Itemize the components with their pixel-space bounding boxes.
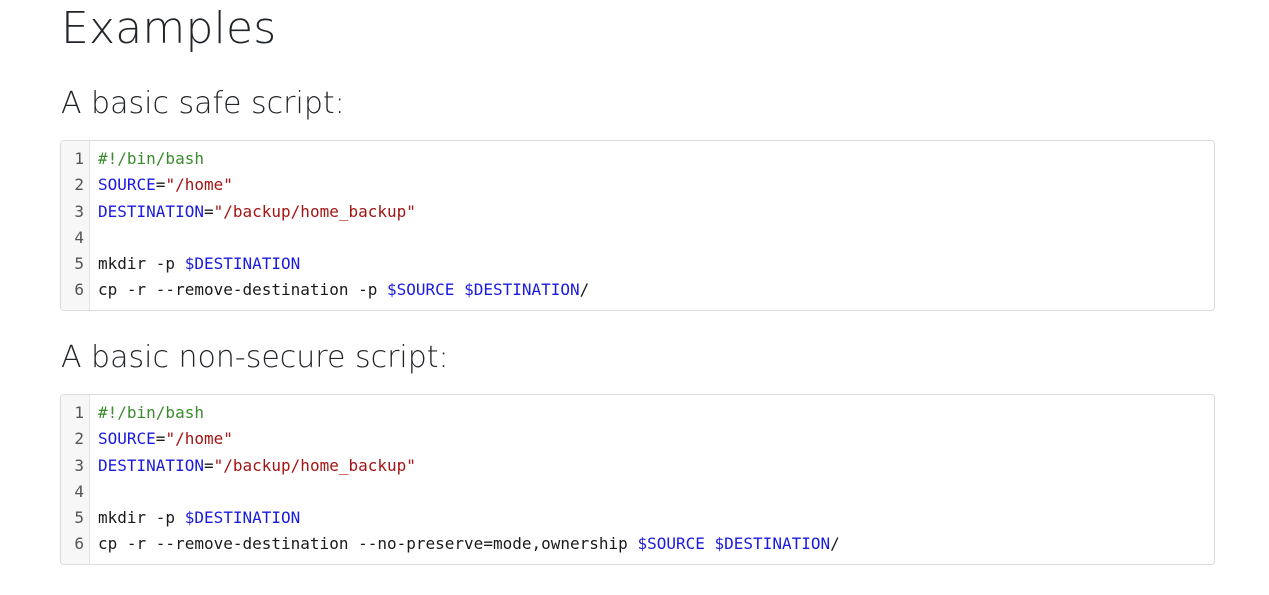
code-content[interactable]: #!/bin/bash SOURCE="/home" DESTINATION="/b…	[90, 395, 1214, 564]
code-line: cp -r --remove-destination --no-preserve…	[98, 531, 1214, 557]
line-number: 3	[74, 455, 84, 475]
code-block-safe: 123456 #!/bin/bash SOURCE="/home" DESTINAT…	[60, 140, 1215, 311]
page-title: Examples	[61, 3, 277, 54]
code-token: DESTINATION	[98, 455, 204, 475]
code-line: DESTINATION="/backup/home_backup"	[98, 199, 1214, 225]
code-line: SOURCE="/home"	[98, 426, 1214, 452]
code-token: SOURCE	[98, 429, 156, 449]
code-token: mkdir -p	[98, 254, 185, 274]
code-token: =	[155, 429, 166, 449]
line-number: 6	[74, 280, 84, 300]
code-token: cp -r --remove-destination -p	[98, 280, 387, 300]
code-token: "/home"	[165, 429, 233, 449]
code-token: "/backup/home_backup"	[213, 455, 416, 475]
line-number: 6	[74, 534, 84, 554]
code-token: /	[579, 280, 590, 300]
line-number: 1	[74, 149, 84, 168]
code-token: =	[203, 201, 214, 221]
code-token: =	[203, 455, 214, 475]
code-token: $SOURCE	[386, 280, 455, 300]
code-line: SOURCE="/home"	[98, 172, 1214, 198]
code-token: "/backup/home_backup"	[213, 201, 416, 221]
code-token: #!/bin/bash	[98, 403, 204, 422]
code-token: $DESTINATION	[714, 534, 831, 554]
line-number: 5	[74, 508, 84, 528]
code-content[interactable]: #!/bin/bash SOURCE="/home" DESTINATION="/b…	[90, 141, 1214, 310]
line-number: 1	[74, 403, 84, 422]
line-number-gutter: 1 2 3 4 5 6	[61, 395, 90, 564]
code-line: mkdir -p $DESTINATION	[98, 505, 1214, 531]
section-heading-safe: A basic safe script:	[61, 86, 345, 121]
line-number: 4	[74, 227, 84, 247]
line-number: 2	[74, 429, 84, 449]
code-line: mkdir -p $DESTINATION	[98, 251, 1214, 277]
code-token: SOURCE	[98, 175, 156, 195]
line-number: 4	[74, 481, 84, 501]
code-token: /	[830, 534, 840, 554]
code-token: DESTINATION	[98, 201, 204, 221]
code-token: mkdir -p	[98, 508, 185, 528]
code-token: $DESTINATION	[184, 254, 301, 274]
code-line: #!/bin/bash	[98, 400, 1214, 426]
code-token: $DESTINATION	[464, 280, 580, 300]
section-heading-non-secure: A basic non-secure script:	[61, 340, 449, 375]
code-line: cp -r --remove-destination -p $SOURCE $D…	[98, 277, 1214, 303]
code-line: #!/bin/bash	[98, 146, 1214, 172]
code-token: cp -r --remove-destination --no-preserve…	[98, 534, 638, 554]
line-number: 3	[74, 201, 84, 221]
line-number-gutter: 1 2 3 4 5 6	[61, 141, 90, 310]
code-block-non-secure: 123456 #!/bin/bash SOURCE="/home" DESTINAT…	[60, 394, 1215, 565]
code-token: "/home"	[165, 175, 233, 195]
code-line: DESTINATION="/backup/home_backup"	[98, 453, 1214, 479]
code-token: #!/bin/bash	[98, 149, 204, 168]
code-token: $DESTINATION	[184, 508, 301, 528]
code-token: =	[155, 175, 166, 195]
code-token: $SOURCE	[637, 534, 705, 554]
line-number: 2	[74, 175, 84, 195]
line-number: 5	[74, 254, 84, 274]
